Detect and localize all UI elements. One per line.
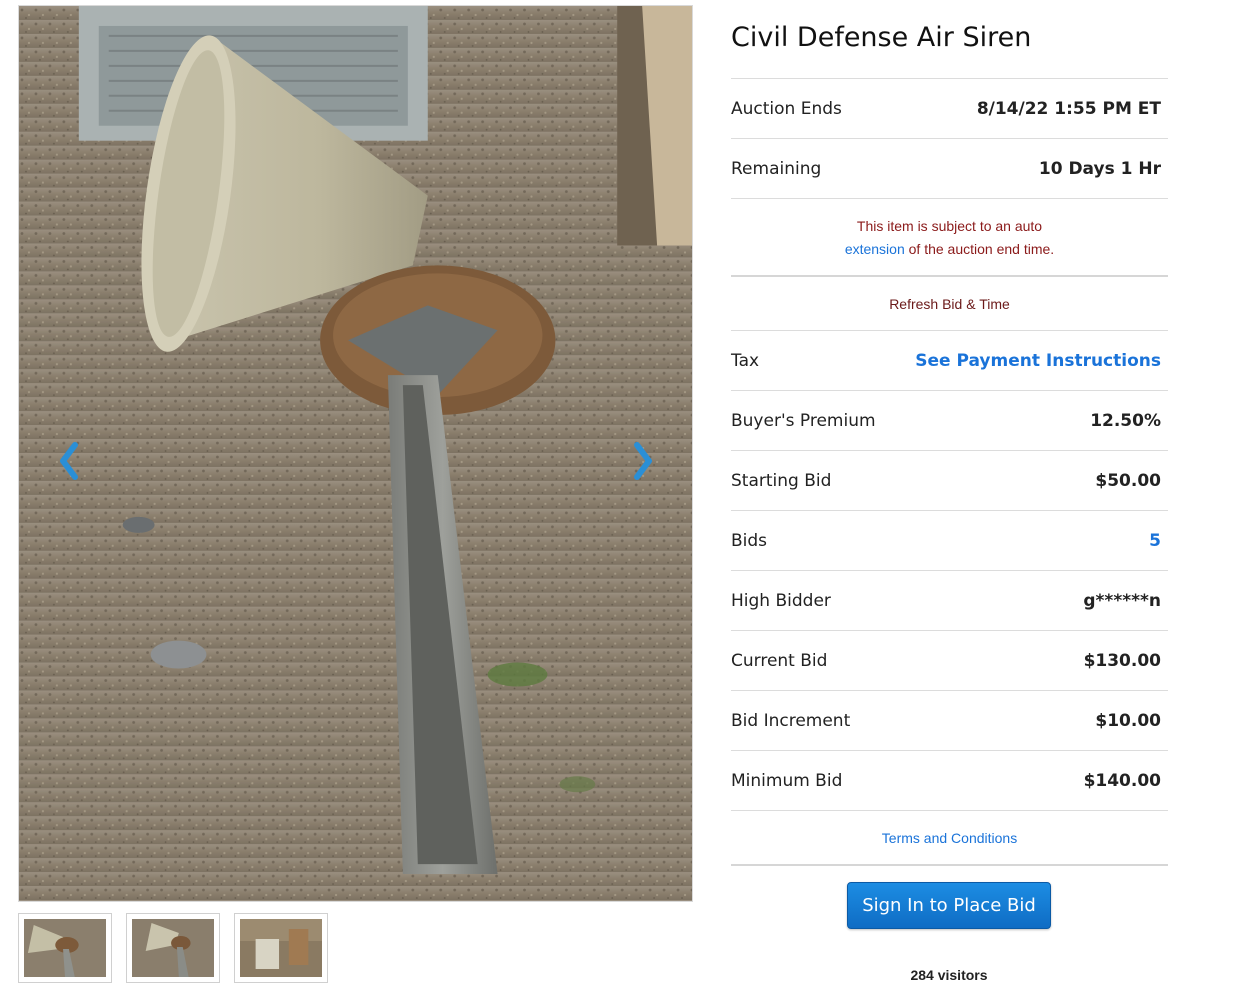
tax-label: Tax [731, 350, 760, 371]
current-bid-value: $130.00 [1083, 650, 1161, 671]
bid-increment-value: $10.00 [1095, 710, 1161, 731]
auction-ends-label: Auction Ends [731, 98, 842, 119]
visitor-count: 284 visitors [910, 967, 988, 983]
notice-line-1: This item is subject to an auto [856, 218, 1043, 234]
buyers-premium-row: Buyer's Premium 12.50% [731, 391, 1168, 451]
auction-ends-value: 8/14/22 1:55 PM ET [976, 98, 1161, 119]
bid-increment-row: Bid Increment $10.00 [731, 691, 1168, 751]
high-bidder-label: High Bidder [731, 590, 831, 611]
starting-bid-row: Starting Bid $50.00 [731, 451, 1168, 511]
auction-ends-row: Auction Ends 8/14/22 1:55 PM ET [731, 79, 1168, 139]
buyers-premium-label: Buyer's Premium [731, 410, 876, 431]
bids-label: Bids [731, 530, 768, 551]
remaining-value: 10 Days 1 Hr [1038, 158, 1161, 179]
chevron-right-icon [634, 442, 652, 480]
starting-bid-value: $50.00 [1095, 470, 1161, 491]
sign-in-to-bid-button[interactable]: Sign In to Place Bid [847, 882, 1051, 929]
payment-instructions-link[interactable]: See Payment Instructions [915, 351, 1161, 371]
thumb-image [240, 919, 322, 977]
bid-count-link[interactable]: 5 [1149, 531, 1161, 551]
item-title: Civil Defense Air Siren [731, 0, 1168, 79]
remaining-label: Remaining [731, 158, 822, 179]
chevron-left-icon [60, 442, 78, 480]
high-bidder-value: g******n [1083, 590, 1161, 611]
minimum-bid-row: Minimum Bid $140.00 [731, 751, 1168, 811]
thumbnail-2[interactable] [126, 913, 220, 983]
auction-details: Civil Defense Air Siren Auction Ends 8/1… [731, 0, 1168, 866]
thumbnail-1[interactable] [18, 913, 112, 983]
minimum-bid-label: Minimum Bid [731, 770, 843, 791]
prev-image-button[interactable] [49, 436, 89, 486]
siren-photo [19, 6, 692, 901]
bids-row: Bids 5 [731, 511, 1168, 571]
terms-and-conditions-link[interactable]: Terms and Conditions [731, 811, 1168, 866]
extension-link[interactable]: extension [845, 241, 905, 257]
notice-line-2: of the auction end time. [904, 241, 1055, 257]
current-bid-row: Current Bid $130.00 [731, 631, 1168, 691]
refresh-bid-time-link[interactable]: Refresh Bid & Time [731, 277, 1168, 331]
buyers-premium-value: 12.50% [1090, 410, 1161, 431]
next-image-button[interactable] [623, 436, 663, 486]
minimum-bid-value: $140.00 [1083, 770, 1161, 791]
remaining-row: Remaining 10 Days 1 Hr [731, 139, 1168, 199]
starting-bid-label: Starting Bid [731, 470, 832, 491]
auto-extension-notice: This item is subject to an auto extensio… [731, 199, 1168, 277]
high-bidder-row: High Bidder g******n [731, 571, 1168, 631]
main-photo[interactable] [18, 5, 693, 902]
tax-row: Tax See Payment Instructions [731, 331, 1168, 391]
bid-increment-label: Bid Increment [731, 710, 851, 731]
thumb-image [132, 919, 214, 977]
thumb-image [24, 919, 106, 977]
thumbnail-3[interactable] [234, 913, 328, 983]
current-bid-label: Current Bid [731, 650, 828, 671]
thumbnail-strip [18, 913, 328, 983]
